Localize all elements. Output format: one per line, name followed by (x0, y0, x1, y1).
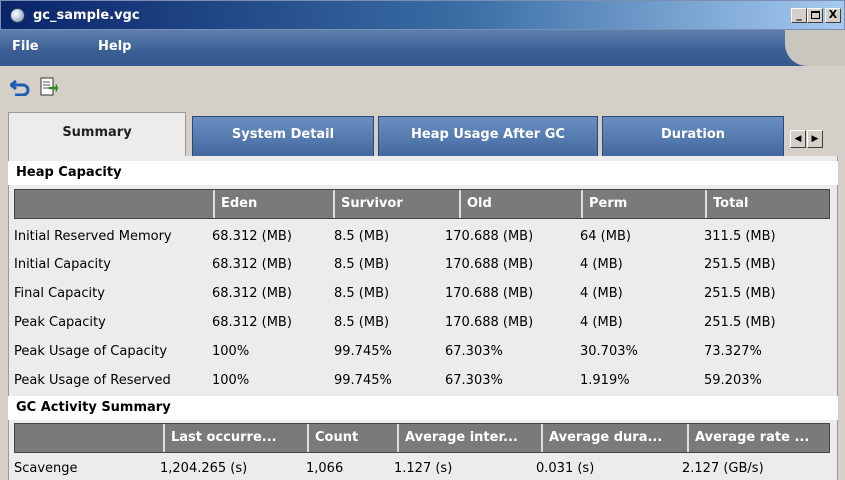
table-row[interactable]: Initial Reserved Memory 68.312 (MB) 8.5 … (14, 222, 830, 251)
perm-value: 1.919% (580, 373, 630, 388)
column-header-perm[interactable]: Perm (581, 190, 705, 218)
menu-bar: File Help (0, 30, 845, 66)
maximize-button[interactable] (807, 8, 823, 23)
heap-capacity-heading: Heap Capacity (8, 161, 838, 185)
minimize-button[interactable]: _ (791, 8, 807, 23)
total-value: 251.5 (MB) (704, 286, 776, 301)
tab-scroll-left-icon[interactable]: ◀ (790, 130, 806, 148)
survivor-value: 8.5 (MB) (334, 315, 390, 330)
row-label: Peak Usage of Capacity (14, 344, 168, 359)
eden-value: 68.312 (MB) (212, 229, 292, 244)
toolbar (0, 66, 845, 112)
app-icon (10, 8, 25, 23)
column-header-average-interval[interactable]: Average inter... (397, 424, 541, 452)
total-value: 251.5 (MB) (704, 315, 776, 330)
title-bar: gc_sample.vgc _ X (0, 0, 845, 30)
count-value: 1,066 (306, 461, 344, 476)
perm-value: 30.703% (580, 344, 638, 359)
eden-value: 100% (212, 373, 250, 388)
undo-arrow-icon[interactable] (9, 76, 31, 98)
document-export-icon[interactable] (38, 76, 60, 98)
eden-value: 68.312 (MB) (212, 315, 292, 330)
total-value: 73.327% (704, 344, 762, 359)
old-value: 67.303% (445, 344, 503, 359)
row-label: Initial Reserved Memory (14, 229, 172, 244)
old-value: 170.688 (MB) (445, 229, 534, 244)
table-row[interactable]: Peak Usage of Reserved 100% 99.745% 67.3… (14, 366, 830, 395)
row-label: Scavenge (14, 461, 78, 476)
table-row[interactable]: Initial Capacity 68.312 (MB) 8.5 (MB) 17… (14, 250, 830, 279)
perm-value: 4 (MB) (580, 286, 623, 301)
average-rate-value: 2.127 (GB/s) (682, 461, 764, 476)
total-value: 59.203% (704, 373, 762, 388)
table-row[interactable]: Peak Usage of Capacity 100% 99.745% 67.3… (14, 337, 830, 366)
perm-value: 4 (MB) (580, 257, 623, 272)
survivor-value: 8.5 (MB) (334, 286, 390, 301)
row-label: Final Capacity (14, 286, 105, 301)
column-header-old[interactable]: Old (459, 190, 581, 218)
last-occurrence-value: 1,204.265 (s) (160, 461, 248, 476)
total-value: 251.5 (MB) (704, 257, 776, 272)
eden-value: 100% (212, 344, 250, 359)
tab-duration[interactable]: Duration (602, 116, 784, 156)
eden-value: 68.312 (MB) (212, 257, 292, 272)
column-header[interactable] (15, 424, 163, 452)
tab-summary[interactable]: Summary (8, 112, 186, 156)
old-value: 170.688 (MB) (445, 257, 534, 272)
gc-activity-header-row: Last occurre... Count Average inter... A… (14, 423, 830, 453)
table-row[interactable]: Scavenge 1,204.265 (s) 1,066 1.127 (s) 0… (14, 454, 830, 480)
survivor-value: 8.5 (MB) (334, 229, 390, 244)
survivor-value: 99.745% (334, 373, 392, 388)
column-header-count[interactable]: Count (307, 424, 397, 452)
tab-strip: System Detail Heap Usage After GC Durati… (0, 112, 845, 156)
column-header-eden[interactable]: Eden (213, 190, 333, 218)
window-title: gc_sample.vgc (33, 8, 140, 23)
menu-file[interactable]: File (12, 39, 39, 54)
column-header-last-occurrence[interactable]: Last occurre... (163, 424, 307, 452)
table-row[interactable]: Peak Capacity 68.312 (MB) 8.5 (MB) 170.6… (14, 308, 830, 337)
survivor-value: 8.5 (MB) (334, 257, 390, 272)
eden-value: 68.312 (MB) (212, 286, 292, 301)
close-button[interactable]: X (825, 8, 841, 23)
column-header-total[interactable]: Total (705, 190, 829, 218)
row-label: Peak Capacity (14, 315, 106, 330)
old-value: 67.303% (445, 373, 503, 388)
old-value: 170.688 (MB) (445, 315, 534, 330)
gc-activity-summary-heading: GC Activity Summary (8, 396, 838, 420)
tab-scroll-right-icon[interactable]: ▶ (807, 130, 823, 148)
total-value: 311.5 (MB) (704, 229, 776, 244)
column-header[interactable] (15, 190, 213, 218)
tab-heap-usage-after-gc[interactable]: Heap Usage After GC (378, 116, 598, 156)
maximize-icon (810, 11, 820, 19)
heap-capacity-header-row: Eden Survivor Old Perm Total (14, 189, 830, 219)
old-value: 170.688 (MB) (445, 286, 534, 301)
tab-system-detail[interactable]: System Detail (192, 116, 374, 156)
column-header-average-rate[interactable]: Average rate ... (687, 424, 829, 452)
perm-value: 4 (MB) (580, 315, 623, 330)
row-label: Peak Usage of Reserved (14, 373, 171, 388)
survivor-value: 99.745% (334, 344, 392, 359)
average-interval-value: 1.127 (s) (394, 461, 453, 476)
column-header-survivor[interactable]: Survivor (333, 190, 459, 218)
table-row[interactable]: Final Capacity 68.312 (MB) 8.5 (MB) 170.… (14, 279, 830, 308)
row-label: Initial Capacity (14, 257, 111, 272)
average-duration-value: 0.031 (s) (536, 461, 595, 476)
menu-help[interactable]: Help (98, 39, 131, 54)
column-header-average-duration[interactable]: Average dura... (541, 424, 687, 452)
perm-value: 64 (MB) (580, 229, 631, 244)
